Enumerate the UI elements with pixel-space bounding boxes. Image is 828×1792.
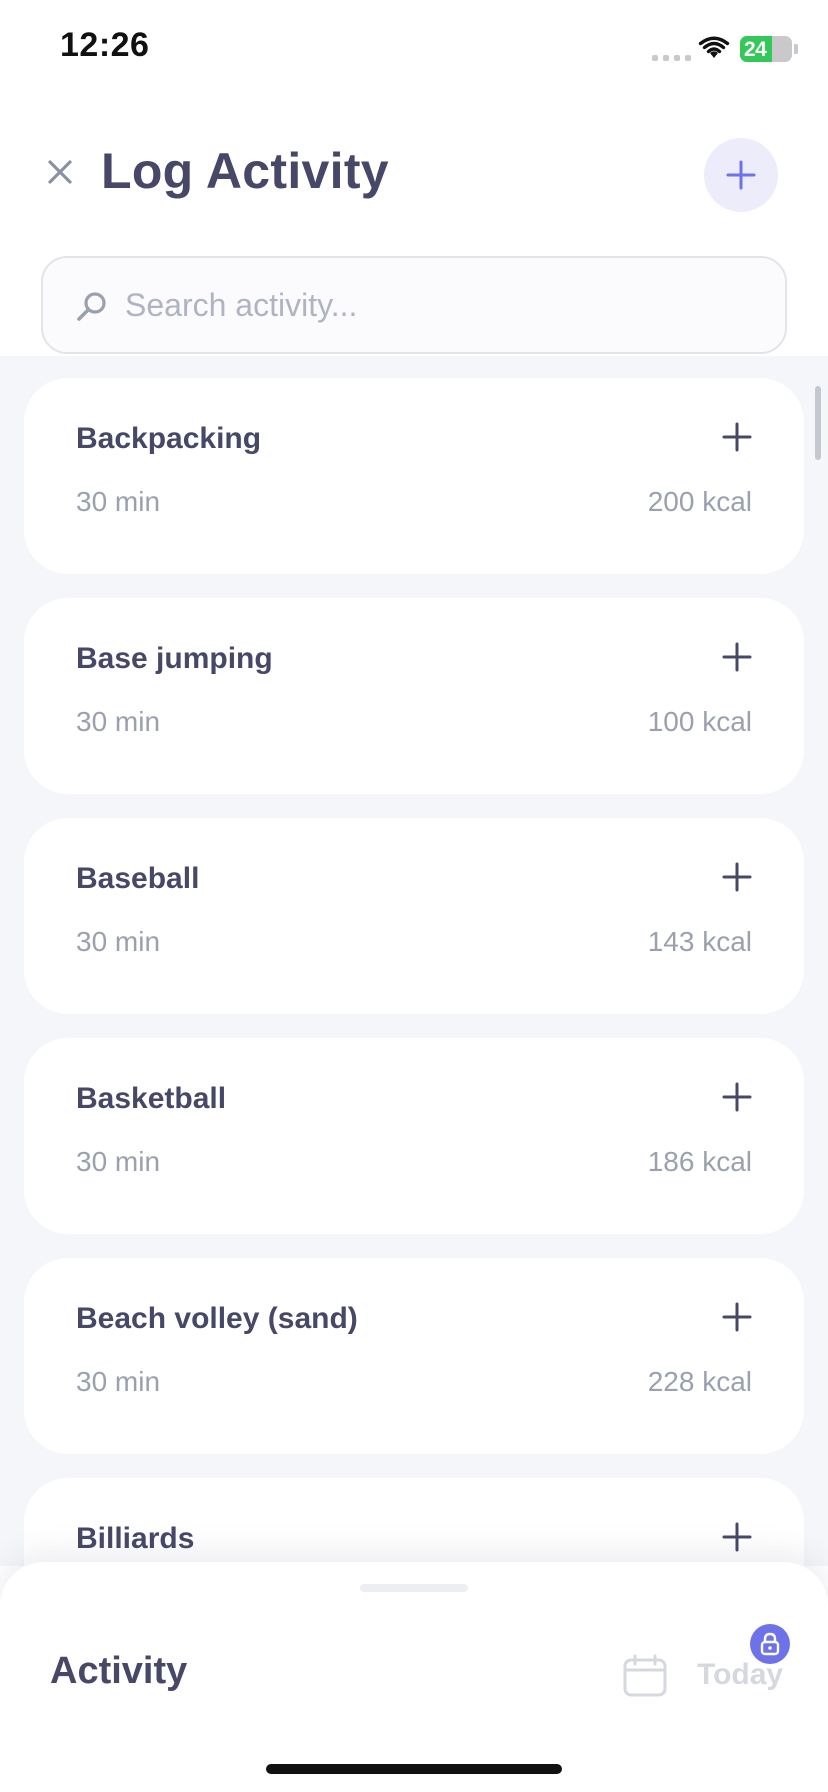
activity-duration: 30 min [76, 1366, 161, 1397]
close-icon [48, 160, 72, 184]
activity-card[interactable]: Base jumping 30 min 100 kcal [24, 598, 804, 794]
activity-duration: 30 min [76, 926, 161, 957]
activity-name: Backpacking [76, 422, 262, 455]
activity-name: Base jumping [76, 642, 273, 675]
activity-kcal: 186 kcal [647, 1146, 752, 1177]
add-activity-button[interactable] [720, 1080, 754, 1114]
add-custom-activity-button[interactable] [704, 138, 778, 212]
lock-icon [760, 1632, 780, 1656]
search-input[interactable] [125, 280, 745, 330]
add-activity-button[interactable] [720, 1300, 754, 1334]
activity-card[interactable]: Baseball 30 min 143 kcal [24, 818, 804, 1014]
activity-card[interactable]: Backpacking 30 min 200 kcal [24, 378, 804, 574]
status-time: 12:26 [60, 26, 150, 64]
battery-icon: 24 [740, 36, 792, 62]
activity-name: Baseball [76, 862, 200, 895]
scrollbar[interactable] [815, 386, 821, 460]
status-bar: 12:26 24 [0, 0, 828, 100]
activity-list[interactable]: Backpacking 30 min 200 kcal Base jumping… [0, 356, 828, 1566]
add-activity-button[interactable] [720, 860, 754, 894]
activity-name: Basketball [76, 1082, 227, 1115]
sheet-grabber[interactable] [360, 1584, 468, 1592]
sheet-title: Activity [50, 1650, 188, 1692]
bottom-sheet[interactable]: Activity Today [0, 1562, 828, 1792]
activity-kcal: 228 kcal [647, 1366, 752, 1397]
activity-duration: 30 min [76, 706, 161, 737]
activity-card[interactable]: Basketball 30 min 186 kcal [24, 1038, 804, 1234]
activity-name: Beach volley (sand) [76, 1302, 358, 1335]
plus-icon [726, 160, 756, 190]
search-box[interactable] [41, 256, 787, 354]
signal-icon [652, 55, 691, 61]
home-indicator [266, 1764, 562, 1774]
add-activity-button[interactable] [720, 1520, 754, 1554]
activity-card[interactable]: Beach volley (sand) 30 min 228 kcal [24, 1258, 804, 1454]
activity-duration: 30 min [76, 1146, 161, 1177]
activity-kcal: 100 kcal [647, 706, 752, 737]
activity-duration: 30 min [76, 486, 161, 517]
add-activity-button[interactable] [720, 420, 754, 454]
close-button[interactable] [40, 152, 80, 192]
activity-name: Billiards [76, 1522, 195, 1555]
page-title: Log Activity [101, 143, 389, 199]
battery-percentage: 24 [744, 38, 767, 61]
lock-badge [750, 1624, 790, 1664]
calendar-icon[interactable] [622, 1654, 668, 1698]
wifi-icon [698, 36, 730, 58]
activity-kcal: 200 kcal [647, 486, 752, 517]
search-icon [77, 292, 106, 321]
activity-kcal: 143 kcal [647, 926, 752, 957]
add-activity-button[interactable] [720, 640, 754, 674]
activity-card[interactable]: Billiards [24, 1478, 804, 1566]
